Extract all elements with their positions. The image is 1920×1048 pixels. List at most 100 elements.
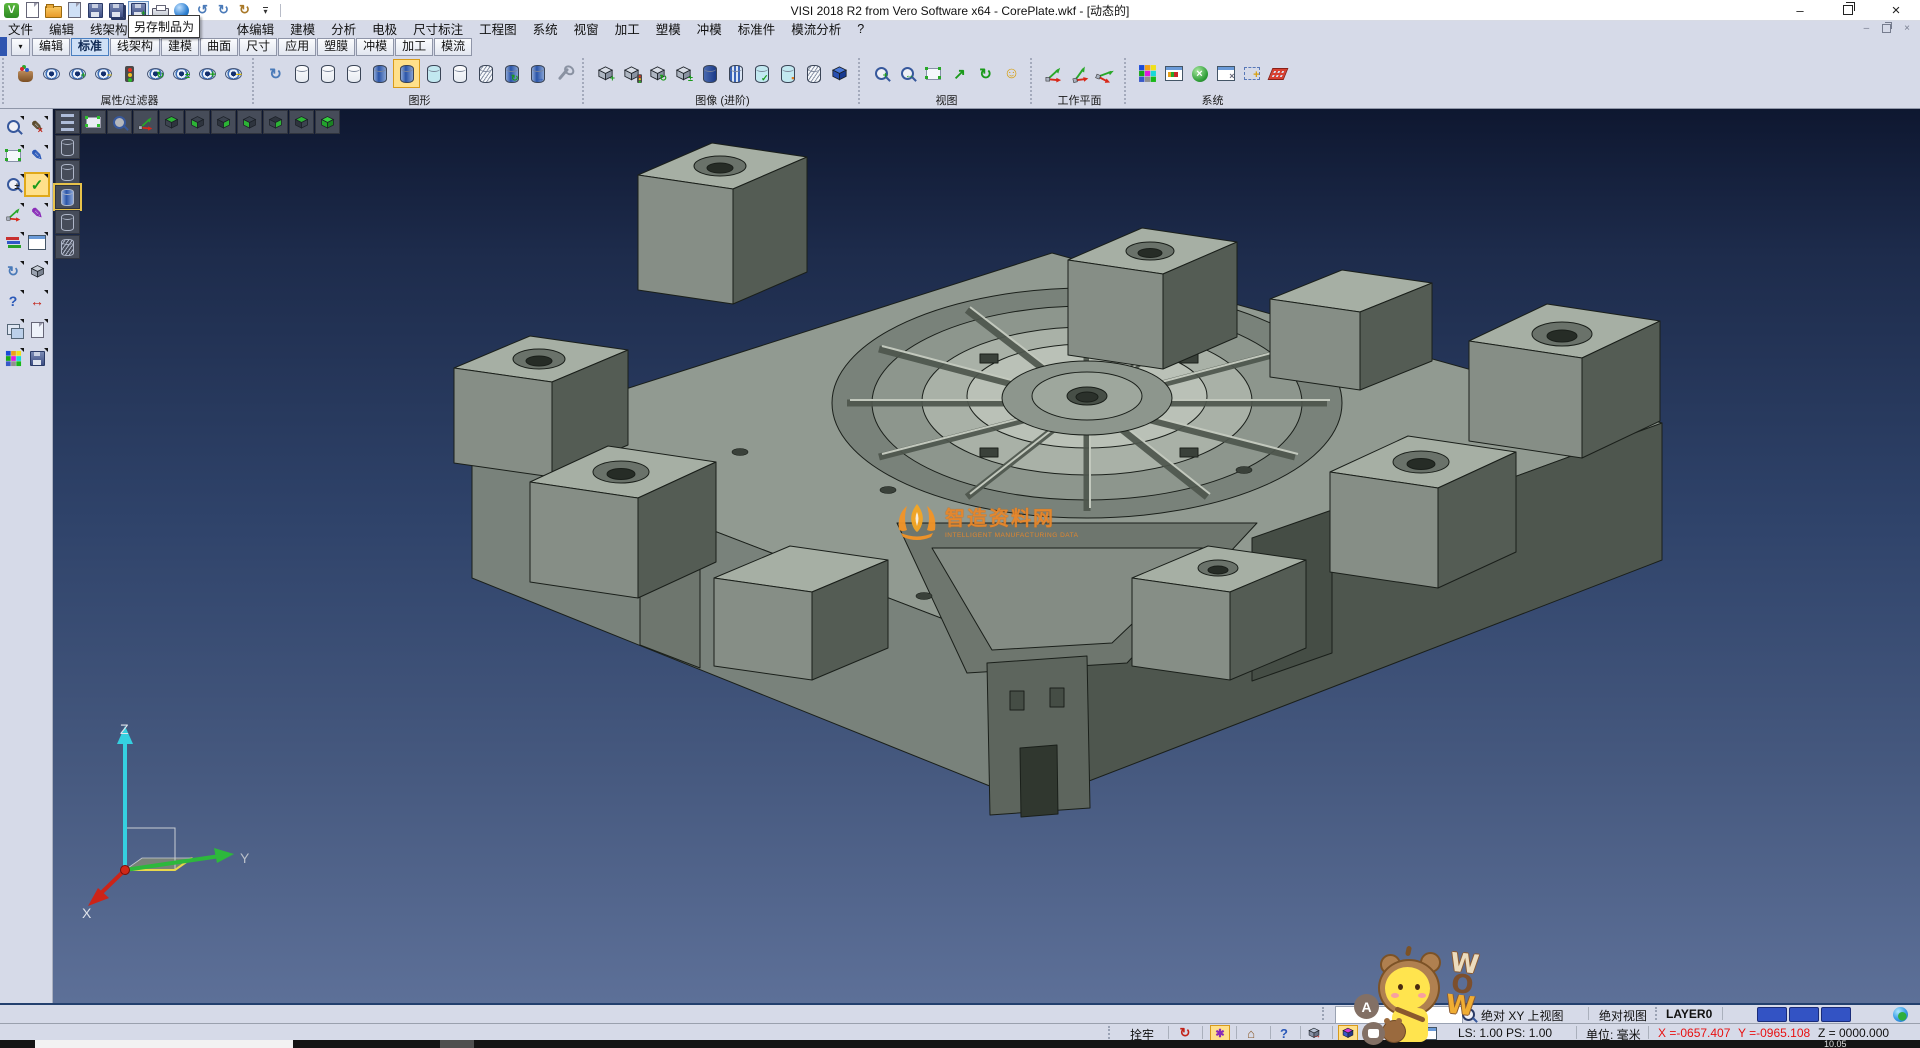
drag-handle[interactable]: [1655, 1007, 1661, 1020]
tab-progress[interactable]: 冲模: [356, 38, 394, 56]
measure-button[interactable]: ↔: [26, 290, 48, 311]
menu-system[interactable]: 系统: [525, 19, 566, 38]
system-config-button[interactable]: ×: [1187, 60, 1212, 87]
shaded-mode-button[interactable]: [367, 60, 392, 87]
zoom-extents-button[interactable]: ↔: [895, 60, 920, 87]
doc-minimize-icon[interactable]: –: [1864, 23, 1870, 34]
menu-machining[interactable]: 加工: [607, 19, 648, 38]
image-filter-button[interactable]: [619, 60, 644, 87]
doc-close-icon[interactable]: ×: [1904, 23, 1910, 34]
globe-icon[interactable]: [1891, 1007, 1909, 1021]
image-toggle-button[interactable]: ±: [671, 60, 696, 87]
spline-edit-button[interactable]: ✎: [26, 203, 48, 224]
tab-dimension[interactable]: 尺寸: [239, 38, 277, 56]
show-all-button[interactable]: +: [195, 60, 220, 87]
erase-button[interactable]: ✎×: [26, 116, 48, 137]
view-top-button[interactable]: [159, 110, 184, 134]
render-hidden-button[interactable]: [55, 160, 80, 184]
tab-application[interactable]: 应用: [278, 38, 316, 56]
zoom-window-button[interactable]: [921, 60, 946, 87]
palette-button[interactable]: [2, 348, 24, 369]
refresh-button[interactable]: ↻: [2, 261, 24, 282]
render-copy-button[interactable]: →: [525, 60, 550, 87]
hatch-display-button[interactable]: [801, 60, 826, 87]
layers-button[interactable]: [2, 319, 24, 340]
render-transparent-button[interactable]: [55, 210, 80, 234]
redo-button[interactable]: ↻: [214, 2, 233, 19]
solid-display-button[interactable]: [697, 60, 722, 87]
transparent-mode-button[interactable]: [421, 60, 446, 87]
menu-edit[interactable]: 编辑: [41, 19, 82, 38]
clipboard-button[interactable]: [26, 319, 48, 340]
view-front-button[interactable]: [263, 110, 288, 134]
zoom-select-button[interactable]: [2, 116, 24, 137]
grid-settings-button[interactable]: [1265, 60, 1290, 87]
hide-remove-button[interactable]: −: [91, 60, 116, 87]
tab-surface[interactable]: 曲面: [200, 38, 238, 56]
dynamic-view-button[interactable]: ☺: [999, 60, 1024, 87]
zoom-in-button[interactable]: +: [869, 60, 894, 87]
absolute-view-label[interactable]: 绝对视图: [1599, 1007, 1647, 1024]
toggle-visibility-button[interactable]: ±: [169, 60, 194, 87]
save-all-button[interactable]: [107, 2, 126, 19]
filter-traffic-button[interactable]: [117, 60, 142, 87]
color-swatch-1[interactable]: [1757, 1007, 1787, 1022]
menu-analysis[interactable]: 分析: [323, 19, 364, 38]
view-left-button[interactable]: [211, 110, 236, 134]
quick-save-button[interactable]: [26, 348, 48, 369]
menu-standard-parts[interactable]: 标准件: [730, 19, 784, 38]
rotate-view-button[interactable]: ↻: [973, 60, 998, 87]
menu-flow-analysis[interactable]: 模流分析: [783, 19, 849, 38]
shaded-edges-mode-button[interactable]: [393, 59, 420, 88]
color-swatch-3[interactable]: [1821, 1007, 1851, 1022]
visibility-report-button[interactable]: [39, 60, 64, 87]
view-iso-button[interactable]: [315, 110, 340, 134]
tab-dropdown-button[interactable]: ▾: [11, 38, 30, 56]
color-swatch-2[interactable]: [1789, 1007, 1819, 1022]
restore-button[interactable]: [1824, 1, 1872, 20]
solid-view-button[interactable]: [26, 261, 48, 282]
doc-restore-icon[interactable]: [1882, 24, 1891, 33]
tab-wireframe[interactable]: 线架构: [110, 38, 160, 56]
redline-icon[interactable]: ↻: [1176, 1026, 1194, 1040]
workplane-origin-button[interactable]: [1041, 60, 1066, 87]
tab-standard[interactable]: 标准: [71, 38, 109, 56]
pan-button[interactable]: ↗: [947, 60, 972, 87]
image-refresh-button[interactable]: ↻: [645, 60, 670, 87]
menu-modelling[interactable]: 建模: [282, 19, 323, 38]
render-quality-button[interactable]: ↻: [499, 60, 524, 87]
tab-mould[interactable]: 塑膜: [317, 38, 355, 56]
toolbar-options-button[interactable]: ▾: [256, 2, 275, 19]
dashed-hidden-mode-button[interactable]: [341, 60, 366, 87]
regen-button[interactable]: ↻: [263, 60, 288, 87]
save-button[interactable]: [86, 2, 105, 19]
menu-help[interactable]: ?: [849, 22, 872, 36]
query-button[interactable]: ?: [2, 290, 24, 311]
tag-display-button[interactable]: ▪: [775, 60, 800, 87]
viewport-menu-button[interactable]: [55, 110, 80, 134]
show-add-button[interactable]: +: [65, 60, 90, 87]
tab-flow[interactable]: 模流: [434, 38, 472, 56]
home-icon[interactable]: ⌂: [1242, 1026, 1260, 1040]
view-back-button[interactable]: [289, 110, 314, 134]
app-logo-icon[interactable]: V: [2, 2, 21, 19]
send-parts-icon[interactable]: →: [1305, 1026, 1323, 1040]
menu-file[interactable]: 文件: [0, 19, 41, 38]
menu-progress[interactable]: 冲模: [689, 19, 730, 38]
workplane-rotate-button[interactable]: [1093, 60, 1118, 87]
minimize-button[interactable]: –: [1776, 1, 1824, 20]
new-file-button[interactable]: [23, 2, 42, 19]
render-shaded-button[interactable]: [55, 185, 80, 209]
color-palette-button[interactable]: [1135, 60, 1160, 87]
hatch-mode-button[interactable]: [473, 60, 498, 87]
refresh-visibility-button[interactable]: ↻: [143, 60, 168, 87]
graphics-settings-button[interactable]: [551, 60, 576, 87]
curve-edit-button[interactable]: ✎: [26, 145, 48, 166]
selection-frame-button[interactable]: [2, 145, 24, 166]
display-settings-button[interactable]: [1161, 60, 1186, 87]
ucs-button[interactable]: [2, 203, 24, 224]
taskbar-search-segment[interactable]: [35, 1040, 293, 1048]
render-hatch-button[interactable]: [55, 235, 80, 259]
workplane-entity-button[interactable]: [1067, 60, 1092, 87]
tab-machining[interactable]: 加工: [395, 38, 433, 56]
